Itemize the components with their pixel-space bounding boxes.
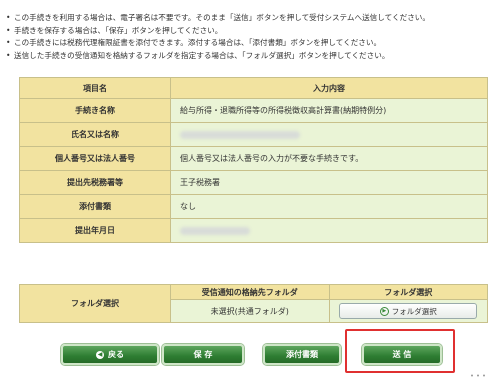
- footer-dots: [471, 374, 485, 377]
- play-icon: ▶: [379, 306, 389, 316]
- redacted-text: [180, 226, 250, 235]
- folder-select-header: フォルダ選択: [328, 284, 488, 300]
- row-label: 提出先税務署等: [19, 170, 171, 195]
- folder-label: フォルダ選択: [19, 284, 171, 323]
- row-value-redacted: [170, 218, 488, 243]
- table-row: 手続き名称 給与所得・退職所得等の所得税徴収高計算書(納期特例分): [19, 98, 488, 123]
- folder-select-button[interactable]: ▶ フォルダ選択: [339, 303, 478, 319]
- send-button-highlight: [345, 329, 455, 373]
- save-button-label: 保 存: [193, 350, 213, 359]
- row-label: 手続き名称: [19, 98, 171, 123]
- note-item: • 手続きを保存する場合は、「保存」ボタンを押してください。: [6, 25, 223, 35]
- folder-select-cell: ▶ フォルダ選択: [328, 299, 488, 323]
- submission-info-table: 項目名 入力内容 手続き名称 給与所得・退職所得等の所得税徴収高計算書(納期特例…: [19, 77, 488, 243]
- table-row: 提出年月日: [19, 218, 488, 243]
- table-row: 個人番号又は法人番号 個人番号又は法人番号の入力が不要な手続きです。: [19, 146, 488, 171]
- header-item: 項目名: [19, 77, 171, 99]
- row-label: 個人番号又は法人番号: [19, 146, 171, 171]
- header-content: 入力内容: [170, 77, 488, 99]
- note-item: • 送信した手続きの受信通知を格納するフォルダを指定する場合は、「フォルダ選択」ボ…: [6, 50, 390, 60]
- storage-folder-header: 受信通知の格納先フォルダ: [170, 284, 330, 300]
- note-item: • この手続きを利用する場合は、電子署名は不要です。そのまま「送信」ボタンを押して…: [6, 13, 430, 22]
- attach-button-label: 添付書類: [286, 350, 318, 359]
- note-text: この手続きには税務代理権限証書を添付できます。添付する場合は、「添付書類」ボタン…: [14, 38, 382, 47]
- note-text: 手続きを保存する場合は、「保存」ボタンを押してください。: [14, 25, 223, 35]
- row-value-redacted: [170, 122, 488, 147]
- folder-selection-table: フォルダ選択 受信通知の格納先フォルダ フォルダ選択 未選択(共通フォルダ) ▶…: [19, 284, 488, 323]
- table-header-row: 項目名 入力内容: [19, 77, 488, 99]
- save-button[interactable]: 保 存: [162, 344, 244, 365]
- table-row: 提出先税務署等 王子税務署: [19, 170, 488, 195]
- row-value: 給与所得・退職所得等の所得税徴収高計算書(納期特例分): [170, 98, 488, 123]
- folder-select-button-label: フォルダ選択: [391, 306, 437, 316]
- row-value: なし: [170, 194, 488, 219]
- back-button-label: 戻る: [108, 350, 124, 359]
- note-text: 送信した手続きの受信通知を格納するフォルダを指定する場合は、「フォルダ選択」ボタ…: [14, 50, 390, 60]
- row-label: 提出年月日: [19, 218, 171, 243]
- row-label: 氏名又は名称: [19, 122, 171, 147]
- note-text: この手続きを利用する場合は、電子署名は不要です。そのまま「送信」ボタンを押して受…: [14, 13, 430, 22]
- attach-documents-button[interactable]: 添付書類: [263, 344, 341, 365]
- table-row: 添付書類 なし: [19, 194, 488, 219]
- note-item: • この手続きには税務代理権限証書を添付できます。添付する場合は、「添付書類」ボタ…: [6, 38, 382, 47]
- back-button[interactable]: ◀ 戻る: [61, 344, 159, 365]
- row-value: 王子税務署: [170, 170, 488, 195]
- back-arrow-icon: ◀: [96, 350, 104, 359]
- redacted-text: [180, 130, 300, 139]
- row-label: 添付書類: [19, 194, 171, 219]
- table-row: 氏名又は名称: [19, 122, 488, 147]
- row-value: 個人番号又は法人番号の入力が不要な手続きです。: [170, 146, 488, 171]
- instruction-notes: • この手続きを利用する場合は、電子署名は不要です。そのまま「送信」ボタンを押して…: [6, 12, 494, 62]
- storage-folder-value: 未選択(共通フォルダ): [170, 299, 330, 323]
